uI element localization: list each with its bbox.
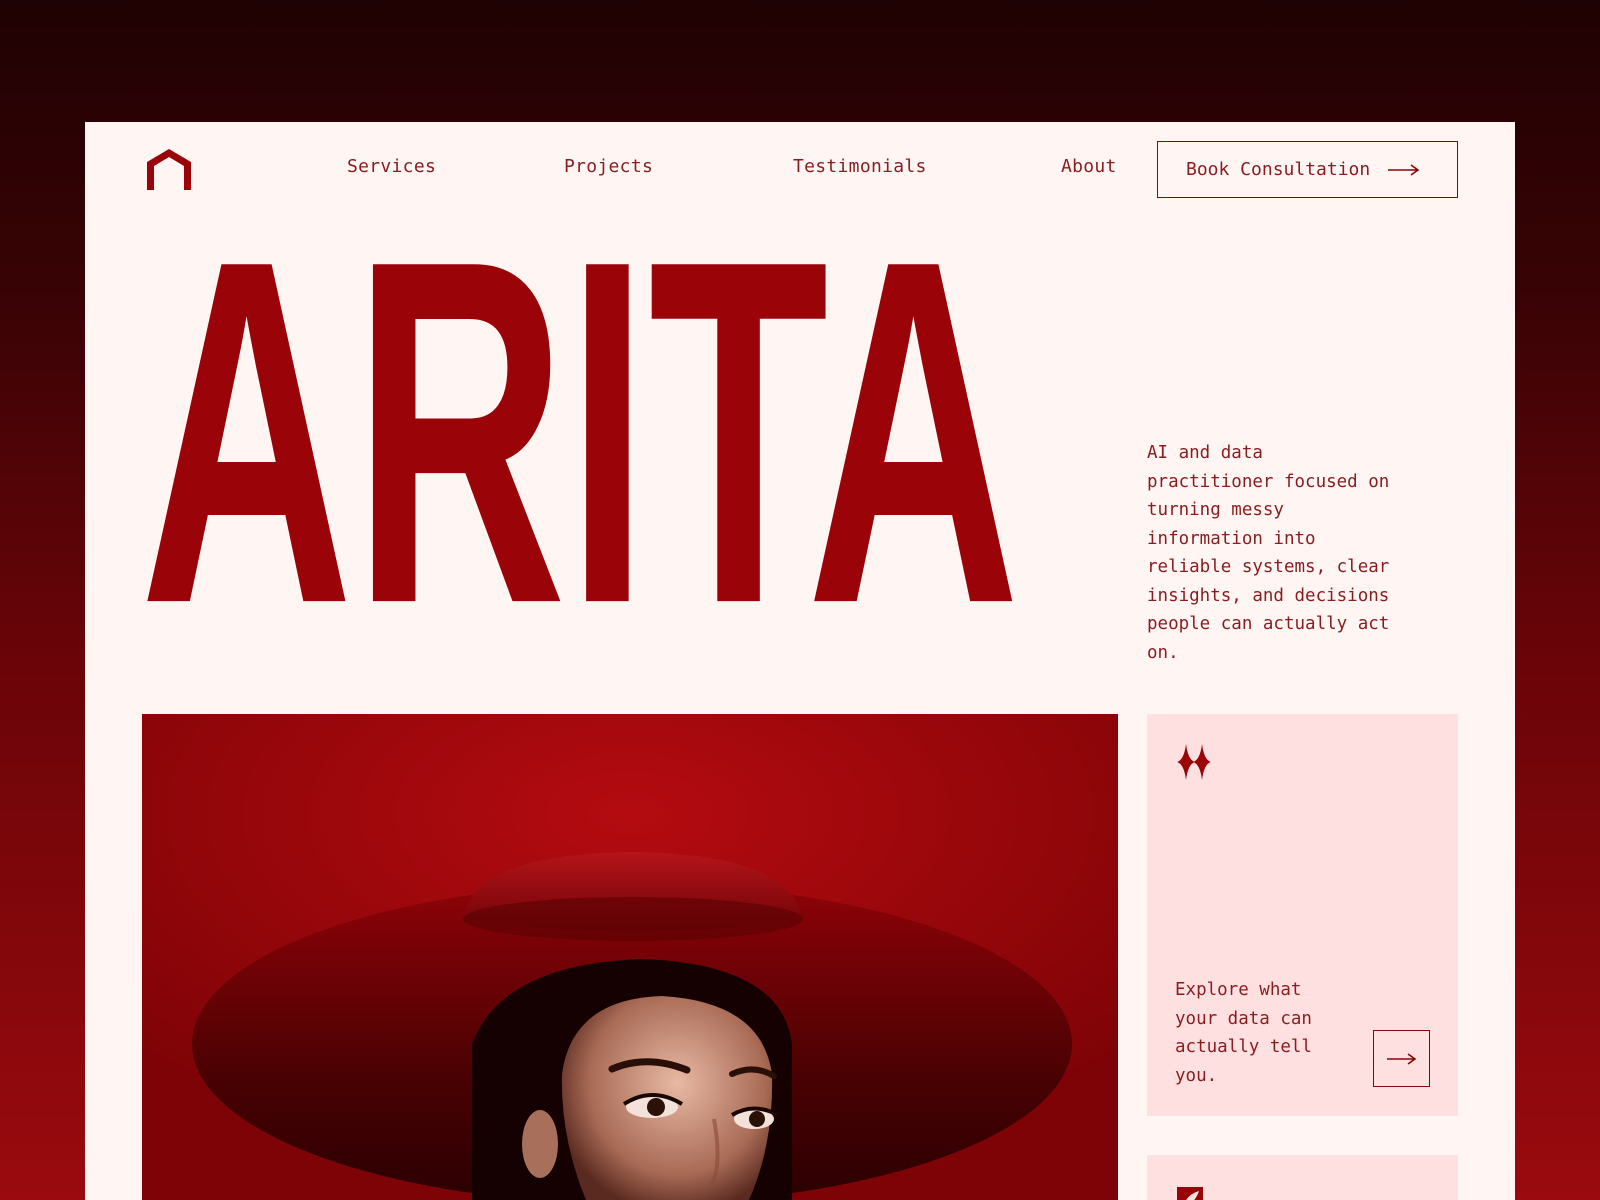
- page-frame: Services Projects Testimonials About Boo…: [85, 122, 1515, 1200]
- hero-title: ARITA: [140, 157, 1020, 704]
- leaf-icon: [1177, 1187, 1203, 1200]
- portrait-image: [142, 714, 1118, 1200]
- sparkle-icon: [1177, 744, 1211, 780]
- hero-description: AI and data practitioner focused on turn…: [1147, 443, 1390, 663]
- nav-about[interactable]: About: [1061, 156, 1117, 177]
- secondary-card: [1147, 1155, 1458, 1200]
- book-consultation-label: Book Consultation: [1186, 159, 1371, 180]
- explore-card-text: Explore what your data can actually tell…: [1175, 980, 1312, 1086]
- explore-card: Explore what your data can actually tell…: [1147, 714, 1458, 1116]
- arrow-right-icon: [1388, 163, 1420, 176]
- explore-arrow-button[interactable]: [1373, 1030, 1430, 1087]
- svg-text:ARITA: ARITA: [140, 157, 1020, 704]
- book-consultation-button[interactable]: Book Consultation: [1157, 141, 1458, 198]
- portrait-illustration: [142, 714, 1118, 1200]
- arrow-right-icon: [1386, 1052, 1416, 1065]
